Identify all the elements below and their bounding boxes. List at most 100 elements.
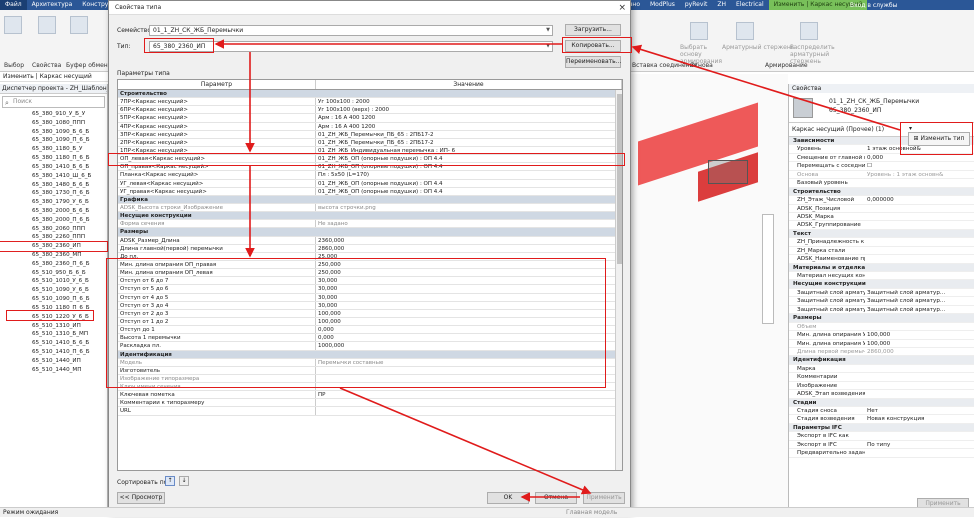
prop-group-row[interactable]: Текст [789, 229, 974, 239]
rebar-label[interactable]: Арматурный стержень [722, 44, 794, 51]
browser-tree-item[interactable]: 65_510_1220_У_6_Б [0, 313, 107, 322]
param-value[interactable]: 30,000 [316, 294, 622, 301]
param-value[interactable] [316, 367, 622, 374]
prop-value[interactable] [865, 449, 974, 456]
param-row[interactable]: 6ПР<Каркас несущий> Уг 100x100 (верх) : 2… [118, 106, 622, 115]
param-row[interactable]: Форма сечения Не задано [118, 220, 622, 229]
param-value[interactable]: 25,000 [316, 253, 622, 260]
param-value[interactable] [316, 383, 622, 390]
browser-tree-item[interactable]: 65_510_1410_П_6_Б [0, 348, 107, 357]
param-value[interactable]: 01_ZH_ЖБ_Перемычки_ПБ_65 : 2ПБ17-2 [316, 139, 622, 146]
browser-tree-item[interactable]: 65_380_1410_Б_6_Б [0, 163, 107, 172]
param-value[interactable]: 01_ZH_ЖБ_ОП (опорные подушки) : ОП 4.4 [316, 163, 622, 170]
prop-value[interactable] [865, 213, 974, 220]
prop-row[interactable]: ADSK_Позиция [789, 205, 974, 213]
param-value[interactable]: 30,000 [316, 302, 622, 309]
prop-value[interactable]: Защитный слой арматур... [865, 297, 974, 304]
browser-tree-item[interactable]: 65_510_1090_П_6_Б [0, 295, 107, 304]
prop-row[interactable]: Защитный слой арматур...Защитный слой ар… [789, 306, 974, 315]
select-label[interactable]: Выбор [4, 62, 24, 69]
param-row[interactable]: ADSK_Высота строки_Изображение высота стр… [118, 203, 622, 213]
prop-row[interactable]: Стадия сноса Нет [789, 407, 974, 416]
browser-tree-item[interactable]: 65_510_1410_Б_6_Б [0, 339, 107, 348]
ribbon-tab[interactable]: pyRevit [680, 0, 713, 10]
prop-group-row[interactable]: Размеры [789, 314, 974, 323]
param-row[interactable]: Отступ от 6 до 7 30,000 [118, 277, 622, 286]
param-value[interactable]: 250,000 [316, 269, 622, 276]
prop-row[interactable]: Марка [789, 365, 974, 374]
support-block[interactable] [708, 160, 748, 184]
prop-value[interactable] [865, 255, 974, 262]
param-row[interactable]: Мин. длина опирания ОП_левая 250,000 [118, 269, 622, 278]
pick-host-icon[interactable] [690, 22, 708, 40]
browser-tree-item[interactable]: 65_510_1440_МП [0, 366, 107, 375]
param-row[interactable]: URL [118, 407, 622, 416]
param-row[interactable]: Мин. длина опирания ОП_правая 250,000 [118, 260, 622, 270]
param-row[interactable]: 4ПР<Каркас несущий> Арм : 16 А 400 1200 [118, 122, 622, 131]
param-row[interactable]: Отступ от 1 до 2 100,000 [118, 317, 622, 327]
prop-group-row[interactable]: Строительство [789, 187, 974, 197]
browser-tree-item[interactable]: 65_380_1480_Б_6_Б [0, 181, 107, 190]
browser-tree-item[interactable]: 65_380_1730_П_6_Б [0, 189, 107, 198]
type-combo[interactable]: 65_380_2360_ИП ▼ [149, 41, 553, 52]
preview-button[interactable]: << Просмотр [117, 492, 165, 504]
param-value[interactable]: Пл : 5x50 (L=170) [316, 171, 622, 178]
param-value[interactable]: Не задано [316, 220, 622, 227]
copy-button[interactable]: Копировать... [565, 40, 621, 52]
edit-type-button[interactable]: ⊞ Изменить тип [908, 132, 970, 146]
param-row[interactable]: Изготовитель [118, 366, 622, 375]
param-row[interactable]: Отступ от 4 до 5 30,000 [118, 293, 622, 302]
prop-value[interactable] [865, 365, 974, 372]
prop-value[interactable]: Новая конструкция [865, 415, 974, 422]
prop-value[interactable]: 0,000 [865, 154, 974, 161]
param-value[interactable]: 100,000 [316, 318, 622, 325]
browser-tree-item[interactable]: 65_510_1180_П_6_Б [0, 304, 107, 313]
prop-group-row[interactable]: Материалы и отделка [789, 263, 974, 272]
prop-row[interactable]: ZH_Этаж_Числовой 0,000000 [789, 196, 974, 205]
help-sign-in[interactable]: Вход в службы [850, 2, 897, 9]
distribute-rebar-icon[interactable] [800, 22, 818, 40]
prop-row[interactable]: Предварительно заданн... [789, 449, 974, 458]
rename-button[interactable]: Переименовать... [565, 56, 621, 68]
browser-tree-item[interactable]: 65_510_1440_ИП [0, 357, 107, 366]
browser-tree-item[interactable]: 65_510_1310_Б_МП [0, 330, 107, 339]
properties-label[interactable]: Свойства [32, 62, 61, 69]
prop-row[interactable]: Материал несущих конс... [789, 272, 974, 281]
param-row[interactable]: Отступ от 5 до 6 30,000 [118, 285, 622, 294]
param-value[interactable]: 100,000 [316, 310, 622, 317]
prop-value[interactable]: 0,000000 [865, 196, 974, 203]
param-row[interactable]: УГ_левая<Каркас несущий> 01_ZH_ЖБ_ОП (опо… [118, 179, 622, 188]
browser-tree-item[interactable]: 65_380_2000_Б_6_Б [0, 207, 107, 216]
param-row[interactable]: Отступ до 1 0,000 [118, 326, 622, 335]
param-value[interactable]: Арм : 16 А 400 1200 [316, 114, 622, 121]
prop-value[interactable]: Защитный слой арматур... [865, 289, 974, 296]
param-row[interactable]: Высота 1 перемычки 0,000 [118, 334, 622, 343]
prop-value[interactable]: По типу [865, 441, 974, 448]
prop-value[interactable] [865, 238, 974, 245]
param-row[interactable]: Раскладка пл. 1000,000 [118, 342, 622, 351]
prop-group-row[interactable]: Параметры IFC [789, 423, 974, 433]
prop-row[interactable]: Основа Уровень : 1 этаж основн& [789, 171, 974, 180]
param-value[interactable] [316, 407, 622, 414]
param-value[interactable]: 0,000 [316, 326, 622, 333]
browser-tree-item[interactable]: 65_380_1080_ППП [0, 119, 107, 128]
ribbon-tab[interactable]: ModPlus [645, 0, 680, 10]
param-value[interactable]: 01_ZH_ЖБ_ОП (опорные подушки) : ОП 4.4 [316, 188, 622, 195]
param-row[interactable]: УГ_правая<Каркас несущий> 01_ZH_ЖБ_ОП (оп… [118, 187, 622, 196]
ribbon-tab[interactable]: Electrical [731, 0, 769, 10]
param-row[interactable]: Планка<Каркас несущий> Пл : 5x50 (L=170) [118, 171, 622, 180]
param-row[interactable]: Изображение типоразмера [118, 374, 622, 384]
props-filter[interactable]: Каркас несущий (Прочее) (1) [792, 126, 884, 133]
param-row[interactable]: Длина главной(первой) перемычки 2860,000 [118, 244, 622, 253]
prop-value[interactable] [865, 221, 974, 228]
prop-row[interactable]: ADSK_Этап возведения [789, 390, 974, 399]
prop-row[interactable]: Защитный слой арматур...Защитный слой ар… [789, 297, 974, 306]
prop-value[interactable]: 100,000 [865, 340, 974, 347]
browser-tree-item[interactable]: 65_380_1090_П_6_Б [0, 136, 107, 145]
prop-value[interactable] [865, 432, 974, 439]
prop-row[interactable]: Мин. длина опирания У... 100,000 [789, 331, 974, 340]
param-value[interactable]: 30,000 [316, 277, 622, 284]
prop-row[interactable]: Перемещать с соседни... ☐ [789, 162, 974, 171]
prop-row[interactable]: Стадия возведения Новая конструкция [789, 415, 974, 424]
param-value[interactable]: 2860,000 [316, 245, 622, 252]
